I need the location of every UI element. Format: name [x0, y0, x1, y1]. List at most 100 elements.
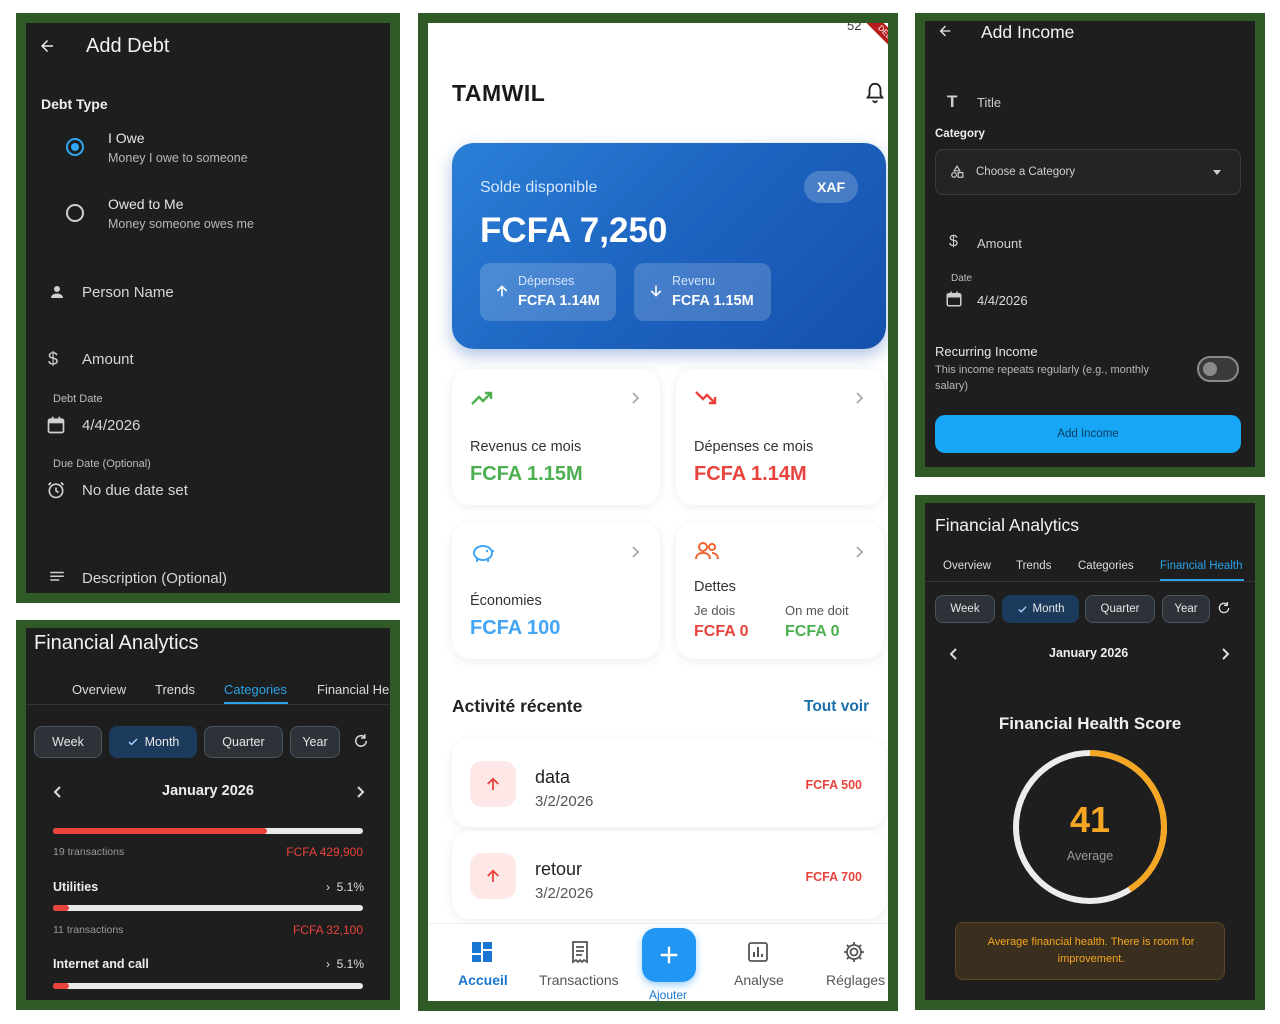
tab-categories[interactable]: Categories — [224, 682, 287, 697]
nav-reglages[interactable]: Réglages — [818, 938, 888, 994]
tab-financial-health[interactable]: Financial Hea — [317, 682, 390, 697]
see-all-link[interactable]: Tout voir — [804, 698, 869, 716]
period-chip-month[interactable]: Month — [109, 726, 197, 758]
currency-badge[interactable]: XAF — [804, 171, 858, 203]
nav-accueil[interactable]: Accueil — [448, 938, 518, 994]
nav-analyse[interactable]: Analyse — [724, 938, 794, 994]
expenses-value: FCFA 1.14M — [518, 293, 600, 309]
debts-card[interactable]: Dettes Je dois FCFA 0 On me doit FCFA 0 — [676, 523, 884, 659]
debt-date-value: 4/4/2026 — [82, 417, 141, 434]
transaction-row[interactable]: data 3/2/2026 FCFA 500 — [452, 739, 886, 827]
expense-month-card[interactable]: Dépenses ce mois FCFA 1.14M — [676, 369, 884, 505]
transaction-date: 3/2/2026 — [535, 885, 594, 902]
transaction-name: retour — [535, 859, 583, 879]
receipt-icon — [568, 940, 592, 964]
category-name: Internet and call — [53, 957, 149, 971]
period-chip-quarter[interactable]: Quarter — [1085, 595, 1155, 623]
bell-icon[interactable] — [864, 81, 886, 105]
bar-chart-icon — [746, 940, 770, 964]
bottom-nav: Accueil Transactions Ajouter Analyse Rég… — [428, 923, 888, 1001]
period-chip-year[interactable]: Year — [290, 726, 340, 758]
tab-financial-health[interactable]: Financial Health — [1160, 560, 1242, 572]
option-title: Owed to Me — [108, 196, 184, 212]
refresh-icon[interactable] — [352, 732, 370, 750]
nav-label: Transactions — [539, 972, 619, 988]
chevron-right-icon[interactable] — [1220, 647, 1230, 661]
chip-label: Month — [1032, 603, 1065, 615]
chevron-right-icon[interactable] — [354, 785, 366, 799]
recurring-desc-line1: This income repeats regularly (e.g., mon… — [935, 364, 1149, 376]
button-label: Add Income — [1057, 428, 1119, 440]
tab-divider — [26, 704, 390, 705]
person-name-field[interactable]: Person Name — [26, 273, 390, 313]
plus-icon[interactable] — [642, 928, 696, 982]
recent-activity-title: Activité récente — [452, 696, 583, 716]
check-icon — [1017, 604, 1028, 615]
transaction-row[interactable]: retour 3/2/2026 FCFA 700 — [452, 831, 886, 919]
due-date-field[interactable]: Due Date (Optional) No due date set — [26, 458, 390, 508]
i-owe-label: Je dois — [694, 603, 736, 618]
amount-field[interactable]: $ Amount — [925, 227, 1255, 263]
balance-label: Solde disponible — [480, 179, 598, 196]
debt-date-field[interactable]: Debt Date 4/4/2026 — [26, 393, 390, 443]
description-field[interactable]: Description (Optional) — [26, 558, 390, 593]
chip-label: Week — [950, 603, 980, 615]
gear-icon — [842, 940, 866, 964]
refresh-icon[interactable] — [1216, 600, 1232, 616]
period-chip-week[interactable]: Week — [935, 595, 995, 623]
recurring-toggle[interactable] — [1197, 356, 1239, 382]
back-arrow-icon[interactable] — [937, 23, 953, 39]
category-row-internet[interactable]: Internet and call › 5.1% — [26, 957, 390, 977]
balance-value: FCFA 7,250 — [480, 211, 668, 250]
chip-label: Quarter — [1100, 603, 1140, 615]
radio-unselected-icon[interactable] — [66, 204, 84, 222]
period-chip-year[interactable]: Year — [1162, 595, 1210, 623]
transaction-amount: FCFA 700 — [805, 870, 862, 884]
chevron-right-icon: › — [325, 957, 337, 971]
trending-up-icon — [470, 389, 494, 407]
dashboard-icon — [470, 940, 494, 964]
tab-trends[interactable]: Trends — [1016, 560, 1051, 572]
expenses-label: Dépenses — [518, 274, 575, 288]
category-row-utilities[interactable]: Utilities › 5.1% — [26, 880, 390, 900]
transaction-name: data — [535, 767, 571, 787]
radio-option-i-owe[interactable]: I Owe Money I owe to someone — [26, 123, 390, 175]
date-field[interactable]: Date 4/4/2026 — [925, 271, 1255, 315]
back-arrow-icon[interactable] — [38, 37, 56, 55]
tab-overview[interactable]: Overview — [72, 682, 126, 697]
radio-option-owed-to-me[interactable]: Owed to Me Money someone owes me — [26, 189, 390, 241]
category-dropdown[interactable]: Choose a Category — [935, 149, 1241, 195]
income-month-card[interactable]: Revenus ce mois FCFA 1.15M — [452, 369, 660, 505]
chevron-right-icon — [854, 545, 864, 559]
option-subtitle: Money I owe to someone — [108, 151, 248, 165]
tab-trends[interactable]: Trends — [155, 682, 195, 697]
title-field[interactable]: T Title — [925, 85, 1255, 121]
nav-transactions[interactable]: Transactions — [536, 938, 626, 994]
radio-selected-icon[interactable] — [66, 138, 84, 156]
chevron-left-icon[interactable] — [52, 785, 64, 799]
expenses-pill[interactable]: Dépenses FCFA 1.14M — [480, 263, 616, 321]
income-label: Revenu — [672, 274, 716, 288]
person-icon — [48, 283, 66, 301]
period-chip-month[interactable]: Month — [1002, 595, 1079, 623]
nav-label: Accueil — [458, 972, 508, 988]
nav-add[interactable]: Ajouter — [636, 928, 700, 1001]
period-chip-quarter[interactable]: Quarter — [204, 726, 283, 758]
card-label: Dépenses ce mois — [694, 439, 814, 455]
savings-card[interactable]: Économies FCFA 100 — [452, 523, 660, 659]
notes-lines-icon — [48, 568, 66, 586]
expense-arrow-up-icon — [470, 761, 516, 807]
date-value: 4/4/2026 — [977, 293, 1028, 308]
category-amount: FCFA 32,100 — [292, 923, 363, 937]
add-income-button[interactable]: Add Income — [935, 415, 1241, 453]
amount-field[interactable]: $ Amount — [26, 339, 390, 379]
card-label: Économies — [470, 593, 542, 609]
period-chip-week[interactable]: Week — [34, 726, 102, 758]
tab-overview[interactable]: Overview — [943, 560, 991, 572]
chevron-left-icon[interactable] — [949, 647, 959, 661]
income-pill[interactable]: Revenu FCFA 1.15M — [634, 263, 771, 321]
chip-label: Quarter — [222, 735, 265, 749]
balance-card[interactable]: Solde disponible XAF FCFA 7,250 Dépenses… — [452, 143, 886, 349]
debt-type-label: Debt Type — [41, 96, 108, 112]
tab-categories[interactable]: Categories — [1078, 560, 1134, 572]
